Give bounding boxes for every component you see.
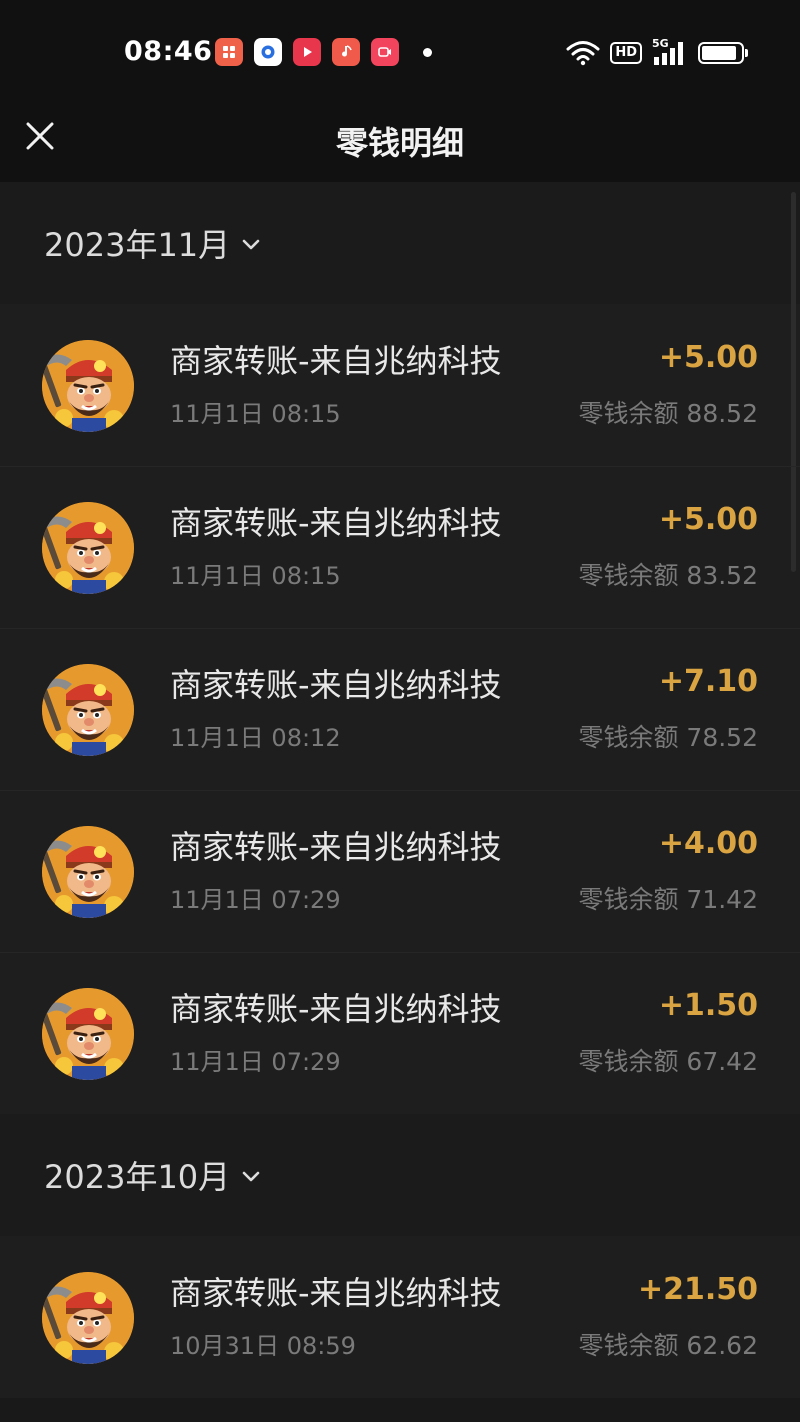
transaction-date: 11月1日 08:15 [170,562,341,590]
wifi-icon [566,41,600,66]
status-indicators: HD 5G [566,36,748,70]
notification-dot-icon [423,48,432,57]
transaction-date: 11月1日 08:15 [170,400,341,428]
transaction-amount: +4.00 [658,826,758,861]
transaction-date: 11月1日 07:29 [170,1048,341,1076]
cellular-signal-icon: 5G [652,37,688,67]
hd-badge: HD [610,42,642,64]
merchant-avatar [42,826,134,918]
merchant-avatar [42,1272,134,1364]
red-play-app-icon [293,38,321,66]
camera-app-icon [371,38,399,66]
transaction-title: 商家转账-来自兆纳科技 [170,342,502,380]
transaction-row[interactable]: 商家转账-来自兆纳科技 11月1日 08:15 +5.00 零钱余额 83.52 [0,466,800,628]
balance-after: 零钱余额 62.62 [578,1331,758,1360]
transaction-title: 商家转账-来自兆纳科技 [170,1274,502,1312]
merchant-avatar [42,664,134,756]
merchant-avatar [42,502,134,594]
transaction-title: 商家转账-来自兆纳科技 [170,828,502,866]
month-label: 2023年10月 [44,1158,231,1196]
transaction-amount: +21.50 [637,1272,758,1307]
status-time: 08:46 [124,36,213,67]
transaction-date: 11月1日 08:12 [170,724,341,752]
chevron-down-icon [242,1171,260,1182]
transaction-date: 11月1日 07:29 [170,886,341,914]
merchant-avatar [42,340,134,432]
transaction-list[interactable]: 2023年11月 商家转账-来自兆纳科技 11月1日 08:15 +5.00 零钱余额… [0,182,800,1422]
transaction-amount: +5.00 [658,502,758,537]
month-label: 2023年11月 [44,226,231,264]
transaction-row[interactable]: 商家转账-来自兆纳科技 11月1日 07:29 +1.50 零钱余额 67.42 [0,952,800,1114]
chevron-down-icon [242,239,260,250]
transaction-date: 10月31日 08:59 [170,1332,356,1360]
merchant-avatar [42,988,134,1080]
blue-app-icon [254,38,282,66]
transaction-row[interactable]: 商家转账-来自兆纳科技 10月31日 08:59 +21.50 零钱余额 62.62 [0,1236,800,1398]
battery-level [702,46,737,60]
navigation-bar: 零钱明细 [0,100,800,182]
transaction-title: 商家转账-来自兆纳科技 [170,666,502,704]
month-filter[interactable]: 2023年10月 [0,1114,800,1236]
balance-after: 零钱余额 83.52 [578,561,758,590]
transaction-amount: +5.00 [658,340,758,375]
balance-after: 零钱余额 71.42 [578,885,758,914]
transaction-row[interactable]: 商家转账-来自兆纳科技 11月1日 08:12 +7.10 零钱余额 78.52 [0,628,800,790]
transaction-group: 商家转账-来自兆纳科技 11月1日 08:15 +5.00 零钱余额 88.52 商家… [0,304,800,1114]
balance-after: 零钱余额 67.42 [578,1047,758,1076]
month-filter[interactable]: 2023年11月 [0,182,800,304]
transaction-amount: +1.50 [658,988,758,1023]
music-app-icon [332,38,360,66]
battery-icon [698,42,748,64]
transaction-group: 商家转账-来自兆纳科技 10月31日 08:59 +21.50 零钱余额 62.62 [0,1236,800,1398]
balance-after: 零钱余额 78.52 [578,723,758,752]
transaction-row[interactable]: 商家转账-来自兆纳科技 11月1日 07:29 +4.00 零钱余额 71.42 [0,790,800,952]
transaction-title: 商家转账-来自兆纳科技 [170,504,502,542]
status-bar: 08:46 HD 5G [0,0,800,100]
video-app-icon [215,38,243,66]
transaction-title: 商家转账-来自兆纳科技 [170,990,502,1028]
balance-after: 零钱余额 88.52 [578,399,758,428]
transaction-amount: +7.10 [658,664,758,699]
transaction-row[interactable]: 商家转账-来自兆纳科技 11月1日 08:15 +5.00 零钱余额 88.52 [0,304,800,466]
page-title: 零钱明细 [335,124,464,162]
